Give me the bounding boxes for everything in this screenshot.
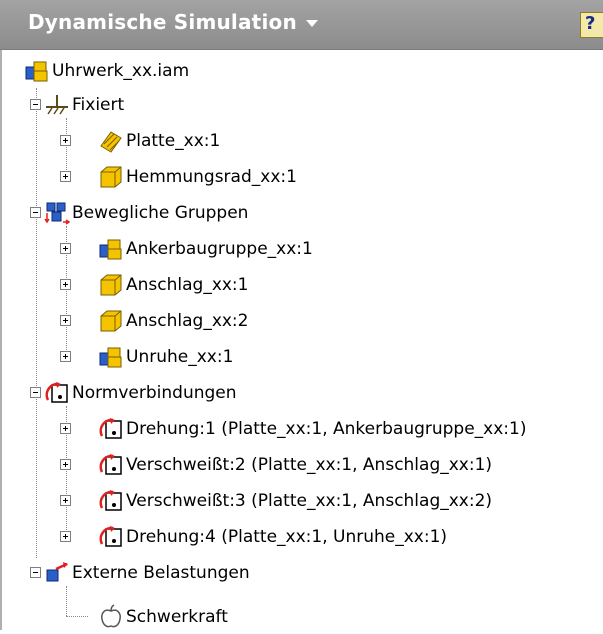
tree-root[interactable]: Uhrwerk_xx.iam bbox=[24, 54, 189, 88]
tree-line bbox=[66, 118, 67, 178]
tree-item-label: Schwerkraft bbox=[126, 607, 228, 627]
tree-item-label: Unruhe_xx:1 bbox=[126, 347, 234, 367]
browser-tree: Uhrwerk_xx.iam Fixiert Platte_xx:1 Hemmu… bbox=[0, 50, 603, 630]
part-icon bbox=[100, 166, 122, 188]
tree-item-label: Verschweißt:3 (Platte_xx:1, Anschlag_xx:… bbox=[126, 491, 493, 511]
chevron-down-icon[interactable] bbox=[306, 20, 318, 27]
assembly-icon bbox=[99, 347, 122, 368]
tree-item-label: Anschlag_xx:1 bbox=[126, 275, 249, 295]
tree-item[interactable]: Verschweißt:2 (Platte_xx:1, Anschlag_xx:… bbox=[98, 448, 492, 482]
tree-item[interactable]: Platte_xx:1 bbox=[98, 124, 220, 158]
expand-toggle[interactable] bbox=[60, 351, 71, 362]
assembly-icon bbox=[25, 61, 48, 82]
part-icon bbox=[100, 310, 122, 332]
tree-node-label: Externe Belastungen bbox=[72, 563, 250, 583]
help-button[interactable]: ? bbox=[580, 12, 603, 38]
collapse-toggle[interactable] bbox=[30, 387, 41, 398]
tree-item[interactable]: Anschlag_xx:1 bbox=[98, 268, 248, 302]
expand-toggle[interactable] bbox=[60, 171, 71, 182]
tree-node-label: Fixiert bbox=[72, 95, 125, 115]
tree-item[interactable]: Ankerbaugruppe_xx:1 bbox=[98, 232, 313, 266]
expand-toggle[interactable] bbox=[60, 531, 71, 542]
tree-item-label: Anschlag_xx:2 bbox=[126, 311, 249, 331]
panel-title[interactable]: Dynamische Simulation bbox=[28, 10, 297, 34]
tree-item-label: Drehung:1 (Platte_xx:1, Ankerbaugruppe_x… bbox=[126, 419, 527, 439]
mobile-groups-icon bbox=[44, 202, 70, 225]
tree-item[interactable]: Verschweißt:3 (Platte_xx:1, Anschlag_xx:… bbox=[98, 484, 492, 518]
tree-item-label: Platte_xx:1 bbox=[126, 131, 221, 151]
joint-icon bbox=[99, 454, 122, 475]
tree-node-fixed[interactable]: Fixiert bbox=[44, 88, 124, 122]
collapse-toggle[interactable] bbox=[30, 207, 41, 218]
panel-title-bar[interactable]: Dynamische Simulation ? bbox=[0, 0, 603, 50]
expand-toggle[interactable] bbox=[60, 279, 71, 290]
expand-toggle[interactable] bbox=[60, 135, 71, 146]
grounded-part-icon bbox=[100, 131, 122, 153]
joint-icon bbox=[99, 490, 122, 511]
tree-node-external-loads[interactable]: Externe Belastungen bbox=[44, 556, 250, 590]
tree-item-label: Hemmungsrad_xx:1 bbox=[126, 167, 297, 187]
assembly-icon bbox=[99, 239, 122, 260]
tree-node-mobile-groups[interactable]: Bewegliche Gruppen bbox=[44, 196, 248, 230]
tree-item[interactable]: Hemmungsrad_xx:1 bbox=[98, 160, 297, 194]
tree-node-label: Bewegliche Gruppen bbox=[72, 203, 249, 223]
collapse-toggle[interactable] bbox=[30, 567, 41, 578]
tree-item[interactable]: Drehung:4 (Platte_xx:1, Unruhe_xx:1) bbox=[98, 520, 447, 554]
collapse-toggle[interactable] bbox=[30, 99, 41, 110]
expand-toggle[interactable] bbox=[60, 459, 71, 470]
expand-toggle[interactable] bbox=[60, 495, 71, 506]
tree-item[interactable]: Schwerkraft bbox=[98, 600, 228, 634]
joint-icon bbox=[99, 526, 122, 547]
tree-item-label: Ankerbaugruppe_xx:1 bbox=[126, 239, 313, 259]
expand-toggle[interactable] bbox=[60, 315, 71, 326]
joint-icon bbox=[45, 382, 68, 403]
tree-item[interactable]: Unruhe_xx:1 bbox=[98, 340, 233, 374]
tree-item[interactable]: Anschlag_xx:2 bbox=[98, 304, 248, 338]
expand-toggle[interactable] bbox=[60, 243, 71, 254]
tree-node-label: Normverbindungen bbox=[72, 383, 237, 403]
help-icon: ? bbox=[585, 13, 596, 34]
tree-line bbox=[66, 616, 88, 617]
expand-toggle[interactable] bbox=[60, 423, 71, 434]
tree-item-label: Drehung:4 (Platte_xx:1, Unruhe_xx:1) bbox=[126, 527, 448, 547]
ground-icon bbox=[46, 95, 68, 115]
tree-line bbox=[36, 88, 37, 558]
tree-node-standard-joints[interactable]: Normverbindungen bbox=[44, 376, 237, 410]
external-load-icon bbox=[46, 562, 68, 582]
tree-line bbox=[66, 586, 67, 616]
gravity-icon bbox=[101, 604, 121, 628]
part-icon bbox=[100, 274, 122, 296]
joint-icon bbox=[99, 418, 122, 439]
tree-item-label: Verschweißt:2 (Platte_xx:1, Anschlag_xx:… bbox=[126, 455, 493, 475]
tree-item[interactable]: Drehung:1 (Platte_xx:1, Ankerbaugruppe_x… bbox=[98, 412, 526, 446]
tree-root-label: Uhrwerk_xx.iam bbox=[52, 61, 190, 81]
